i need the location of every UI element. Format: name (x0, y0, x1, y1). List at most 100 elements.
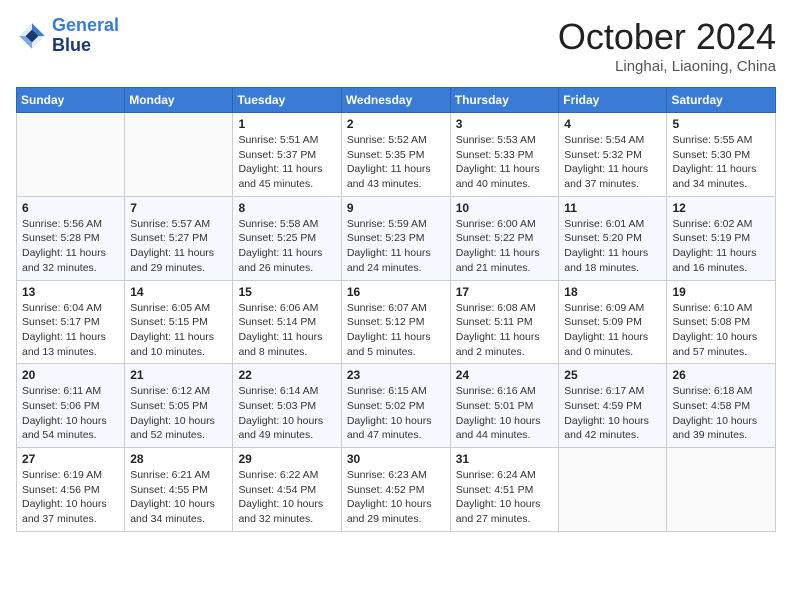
day-number: 10 (456, 201, 554, 215)
calendar-cell: 30 Sunrise: 6:23 AM Sunset: 4:52 PM Dayli… (341, 448, 450, 532)
day-number: 27 (22, 452, 119, 466)
day-number: 9 (347, 201, 445, 215)
calendar-week-row: 1 Sunrise: 5:51 AM Sunset: 5:37 PM Daylig… (17, 113, 776, 197)
calendar-cell: 31Sunrise: 6:24 AM Sunset: 4:51 PM Dayli… (450, 448, 559, 532)
day-number: 23 (347, 368, 445, 382)
calendar-cell: 16 Sunrise: 6:07 AM Sunset: 5:12 PM Dayli… (341, 280, 450, 364)
day-info: Sunrise: 6:08 AM Sunset: 5:11 PM Dayligh… (456, 301, 554, 360)
day-number: 22 (238, 368, 335, 382)
day-number: 25 (564, 368, 661, 382)
calendar-cell: 4 Sunrise: 5:54 AM Sunset: 5:32 PM Daylig… (559, 113, 667, 197)
day-info: Sunrise: 6:06 AM Sunset: 5:14 PM Dayligh… (238, 301, 335, 360)
day-number: 28 (130, 452, 227, 466)
calendar-cell: 23 Sunrise: 6:15 AM Sunset: 5:02 PM Dayli… (341, 364, 450, 448)
day-number: 24 (456, 368, 554, 382)
calendar-cell: 6 Sunrise: 5:56 AM Sunset: 5:28 PM Daylig… (17, 196, 125, 280)
day-info: Sunrise: 6:01 AM Sunset: 5:20 PM Dayligh… (564, 217, 661, 276)
day-number: 1 (238, 117, 335, 131)
day-info: Sunrise: 5:57 AM Sunset: 5:27 PM Dayligh… (130, 217, 227, 276)
calendar-cell: 15 Sunrise: 6:06 AM Sunset: 5:14 PM Dayli… (233, 280, 341, 364)
day-info: Sunrise: 6:18 AM Sunset: 4:58 PM Dayligh… (672, 384, 770, 443)
calendar-cell: 3 Sunrise: 5:53 AM Sunset: 5:33 PM Daylig… (450, 113, 559, 197)
calendar-cell: 12Sunrise: 6:02 AM Sunset: 5:19 PM Dayli… (667, 196, 776, 280)
day-info: Sunrise: 5:58 AM Sunset: 5:25 PM Dayligh… (238, 217, 335, 276)
day-info: Sunrise: 6:10 AM Sunset: 5:08 PM Dayligh… (672, 301, 770, 360)
calendar-cell (125, 113, 233, 197)
logo: GeneralBlue (16, 16, 119, 56)
calendar: SundayMondayTuesdayWednesdayThursdayFrid… (16, 87, 776, 532)
calendar-cell: 14 Sunrise: 6:05 AM Sunset: 5:15 PM Dayli… (125, 280, 233, 364)
calendar-week-row: 20Sunrise: 6:11 AM Sunset: 5:06 PM Dayli… (17, 364, 776, 448)
calendar-cell (667, 448, 776, 532)
day-info: Sunrise: 5:51 AM Sunset: 5:37 PM Dayligh… (238, 133, 335, 192)
day-info: Sunrise: 6:09 AM Sunset: 5:09 PM Dayligh… (564, 301, 661, 360)
logo-text: GeneralBlue (52, 16, 119, 56)
day-number: 19 (672, 285, 770, 299)
day-number: 16 (347, 285, 445, 299)
calendar-cell: 10 Sunrise: 6:00 AM Sunset: 5:22 PM Dayli… (450, 196, 559, 280)
calendar-cell: 18 Sunrise: 6:09 AM Sunset: 5:09 PM Dayli… (559, 280, 667, 364)
day-number: 3 (456, 117, 554, 131)
day-info: Sunrise: 5:54 AM Sunset: 5:32 PM Dayligh… (564, 133, 661, 192)
calendar-cell: 13 Sunrise: 6:04 AM Sunset: 5:17 PM Dayli… (17, 280, 125, 364)
calendar-cell: 7 Sunrise: 5:57 AM Sunset: 5:27 PM Daylig… (125, 196, 233, 280)
calendar-cell: 8Sunrise: 5:58 AM Sunset: 5:25 PM Daylig… (233, 196, 341, 280)
day-info: Sunrise: 6:23 AM Sunset: 4:52 PM Dayligh… (347, 468, 445, 527)
page-header: GeneralBlue October 2024 Linghai, Liaoni… (16, 16, 776, 75)
day-info: Sunrise: 6:17 AM Sunset: 4:59 PM Dayligh… (564, 384, 661, 443)
day-info: Sunrise: 6:04 AM Sunset: 5:17 PM Dayligh… (22, 301, 119, 360)
calendar-cell: 25 Sunrise: 6:17 AM Sunset: 4:59 PM Dayli… (559, 364, 667, 448)
calendar-cell: 21Sunrise: 6:12 AM Sunset: 5:05 PM Dayli… (125, 364, 233, 448)
calendar-cell: 11 Sunrise: 6:01 AM Sunset: 5:20 PM Dayli… (559, 196, 667, 280)
calendar-week-row: 6 Sunrise: 5:56 AM Sunset: 5:28 PM Daylig… (17, 196, 776, 280)
calendar-cell: 20Sunrise: 6:11 AM Sunset: 5:06 PM Dayli… (17, 364, 125, 448)
calendar-cell (17, 113, 125, 197)
calendar-week-row: 13 Sunrise: 6:04 AM Sunset: 5:17 PM Dayli… (17, 280, 776, 364)
weekday-header: Thursday (450, 88, 559, 113)
weekday-header: Monday (125, 88, 233, 113)
calendar-cell: 22 Sunrise: 6:14 AM Sunset: 5:03 PM Dayli… (233, 364, 341, 448)
weekday-header: Sunday (17, 88, 125, 113)
day-info: Sunrise: 5:59 AM Sunset: 5:23 PM Dayligh… (347, 217, 445, 276)
calendar-cell: 9 Sunrise: 5:59 AM Sunset: 5:23 PM Daylig… (341, 196, 450, 280)
day-number: 18 (564, 285, 661, 299)
calendar-week-row: 27Sunrise: 6:19 AM Sunset: 4:56 PM Dayli… (17, 448, 776, 532)
title-block: October 2024 Linghai, Liaoning, China (558, 16, 776, 75)
calendar-cell: 1 Sunrise: 5:51 AM Sunset: 5:37 PM Daylig… (233, 113, 341, 197)
day-number: 17 (456, 285, 554, 299)
day-info: Sunrise: 5:55 AM Sunset: 5:30 PM Dayligh… (672, 133, 770, 192)
day-info: Sunrise: 6:07 AM Sunset: 5:12 PM Dayligh… (347, 301, 445, 360)
day-number: 14 (130, 285, 227, 299)
day-info: Sunrise: 6:05 AM Sunset: 5:15 PM Dayligh… (130, 301, 227, 360)
day-info: Sunrise: 6:21 AM Sunset: 4:55 PM Dayligh… (130, 468, 227, 527)
day-info: Sunrise: 5:53 AM Sunset: 5:33 PM Dayligh… (456, 133, 554, 192)
day-info: Sunrise: 6:14 AM Sunset: 5:03 PM Dayligh… (238, 384, 335, 443)
calendar-header-row: SundayMondayTuesdayWednesdayThursdayFrid… (17, 88, 776, 113)
day-number: 2 (347, 117, 445, 131)
weekday-header: Tuesday (233, 88, 341, 113)
day-number: 26 (672, 368, 770, 382)
calendar-cell: 5Sunrise: 5:55 AM Sunset: 5:30 PM Daylig… (667, 113, 776, 197)
day-info: Sunrise: 6:15 AM Sunset: 5:02 PM Dayligh… (347, 384, 445, 443)
day-number: 13 (22, 285, 119, 299)
day-info: Sunrise: 5:52 AM Sunset: 5:35 PM Dayligh… (347, 133, 445, 192)
day-number: 11 (564, 201, 661, 215)
day-info: Sunrise: 6:11 AM Sunset: 5:06 PM Dayligh… (22, 384, 119, 443)
month-title: October 2024 (558, 16, 776, 58)
day-number: 30 (347, 452, 445, 466)
day-info: Sunrise: 5:56 AM Sunset: 5:28 PM Dayligh… (22, 217, 119, 276)
calendar-cell: 26 Sunrise: 6:18 AM Sunset: 4:58 PM Dayli… (667, 364, 776, 448)
weekday-header: Saturday (667, 88, 776, 113)
calendar-cell: 29Sunrise: 6:22 AM Sunset: 4:54 PM Dayli… (233, 448, 341, 532)
calendar-cell: 24Sunrise: 6:16 AM Sunset: 5:01 PM Dayli… (450, 364, 559, 448)
day-number: 7 (130, 201, 227, 215)
day-number: 15 (238, 285, 335, 299)
calendar-cell: 28 Sunrise: 6:21 AM Sunset: 4:55 PM Dayli… (125, 448, 233, 532)
day-number: 4 (564, 117, 661, 131)
day-number: 29 (238, 452, 335, 466)
day-number: 6 (22, 201, 119, 215)
day-number: 21 (130, 368, 227, 382)
weekday-header: Friday (559, 88, 667, 113)
day-info: Sunrise: 6:00 AM Sunset: 5:22 PM Dayligh… (456, 217, 554, 276)
location: Linghai, Liaoning, China (558, 58, 776, 75)
